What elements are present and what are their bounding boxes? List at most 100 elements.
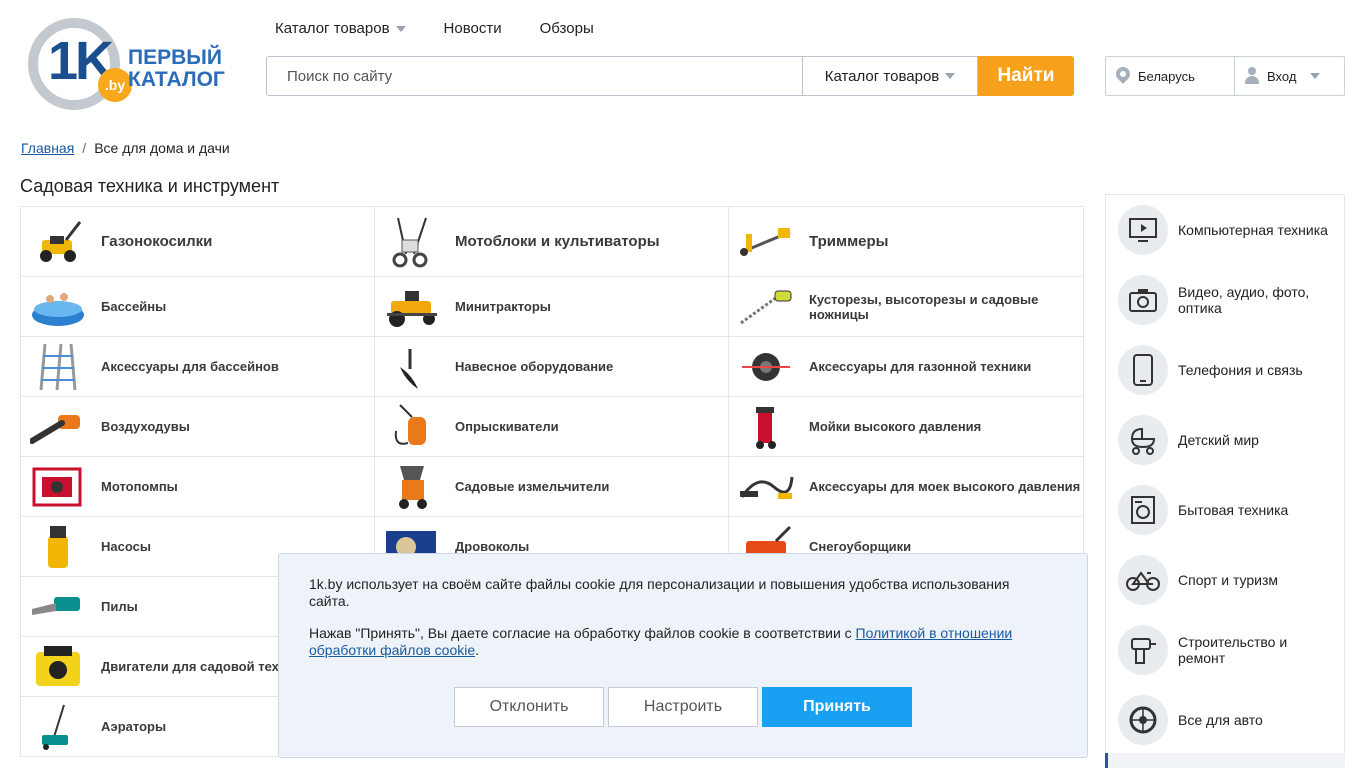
- category-cell[interactable]: Аксессуары для бассейнов: [21, 337, 375, 397]
- breadcrumb-home-link[interactable]: Главная: [21, 140, 74, 156]
- category-cell[interactable]: Садовые измельчители: [375, 457, 729, 517]
- shredder-icon: [383, 463, 441, 511]
- category-label: Триммеры: [809, 233, 889, 250]
- chevron-down-icon: [395, 26, 406, 33]
- category-cell[interactable]: Мотоблоки и культиваторы: [375, 207, 729, 277]
- category-cell[interactable]: Навесное оборудование: [375, 337, 729, 397]
- pool-icon: [29, 283, 87, 331]
- sidebar-item[interactable]: Все для авто: [1118, 695, 1328, 745]
- wheel-icon: [1118, 695, 1168, 745]
- sidebar-item[interactable]: Телефония и связь: [1118, 345, 1328, 395]
- washing-machine-icon: [1118, 485, 1168, 535]
- cookie-consent-text: Нажав "Принять", Вы даете согласие на об…: [309, 625, 1049, 659]
- engine-icon: [29, 643, 87, 691]
- aerator-icon: [29, 703, 87, 751]
- category-label: Газонокосилки: [101, 233, 213, 250]
- pressure-washer-icon: [737, 403, 795, 451]
- sidebar-item-label: Компьютерная техника: [1178, 222, 1328, 238]
- sidebar-item[interactable]: Спорт и туризм: [1118, 555, 1328, 605]
- breadcrumb: Главная / Все для дома и дачи: [21, 140, 230, 156]
- hedge-trimmer-icon: [737, 283, 795, 331]
- chevron-down-icon: [945, 73, 956, 79]
- category-label: Аксессуары для бассейнов: [101, 359, 279, 374]
- category-cell[interactable]: Триммеры: [729, 207, 1084, 277]
- lawn-mower-icon: [29, 218, 87, 266]
- washer-hose-icon: [737, 463, 795, 511]
- search-input[interactable]: [266, 56, 802, 96]
- sidebar-item[interactable]: Детский мир: [1118, 415, 1328, 465]
- category-label: Кусторезы, высоторезы и садовые ножницы: [809, 291, 1039, 322]
- stroller-icon: [1118, 415, 1168, 465]
- sprayer-icon: [383, 403, 441, 451]
- bicycle-icon: [1118, 555, 1168, 605]
- sidebar-item-label: Спорт и туризм: [1178, 572, 1279, 588]
- search-button[interactable]: Найти: [978, 56, 1074, 96]
- category-label: Аксессуары для моек высокого давления: [809, 479, 1081, 494]
- category-cell[interactable]: Минитракторы: [375, 277, 729, 337]
- pump-icon: [29, 523, 87, 571]
- region-label: Беларусь: [1138, 68, 1195, 84]
- category-label: Дровоколы: [455, 539, 530, 554]
- category-label: Пилы: [101, 599, 138, 614]
- camera-icon: [1118, 275, 1168, 325]
- page-title: Садовая техника и инструмент: [20, 176, 280, 196]
- category-label: Опрыскиватели: [455, 419, 559, 434]
- sidebar-item[interactable]: Строительство и ремонт: [1118, 625, 1328, 675]
- drill-icon: [1118, 625, 1168, 675]
- cookie-configure-button[interactable]: Настроить: [608, 687, 758, 727]
- pool-ladder-icon: [29, 343, 87, 391]
- sidebar-item-label: Телефония и связь: [1178, 362, 1303, 378]
- motor-pump-icon: [29, 463, 87, 511]
- plough-icon: [383, 343, 441, 391]
- login-button[interactable]: Вход: [1235, 57, 1321, 95]
- top-nav: Каталог товаров Новости Обзоры: [275, 20, 594, 37]
- region-selector[interactable]: Беларусь: [1106, 57, 1235, 95]
- search-category-select[interactable]: Каталог товаров: [802, 56, 978, 96]
- category-cell[interactable]: Мотопомпы: [21, 457, 375, 517]
- category-label: Насосы: [101, 539, 151, 554]
- cookie-accept-button[interactable]: Принять: [762, 687, 912, 727]
- category-label: Бассейны: [101, 299, 167, 314]
- nav-catalog[interactable]: Каталог товаров: [275, 20, 406, 37]
- cookie-text: 1k.by использует на своём сайте файлы co…: [309, 576, 1010, 609]
- sidebar-active-indicator: [1105, 753, 1345, 768]
- category-cell[interactable]: Аксессуары для газонной техники: [729, 337, 1084, 397]
- sidebar-item[interactable]: Видео, аудио, фото, оптика: [1118, 275, 1328, 325]
- category-cell[interactable]: Бассейны: [21, 277, 375, 337]
- sidebar-item-label: Видео, аудио, фото, оптика: [1178, 284, 1310, 316]
- category-cell[interactable]: Аксессуары для моек высокого давления: [729, 457, 1084, 517]
- cookie-consent-suffix: .: [475, 642, 480, 658]
- cultivator-icon: [383, 217, 441, 267]
- category-label: Садовые измельчители: [455, 479, 610, 494]
- category-cell[interactable]: Воздуходувы: [21, 397, 375, 457]
- cookie-banner: 1k.by использует на своём сайте файлы co…: [278, 553, 1088, 758]
- category-label: Аксессуары для газонной техники: [809, 359, 1032, 374]
- sidebar-item[interactable]: Бытовая техника: [1118, 485, 1328, 535]
- category-label: Снегоуборщики: [809, 539, 912, 554]
- nav-news[interactable]: Новости: [444, 20, 502, 37]
- category-cell[interactable]: Мойки высокого давления: [729, 397, 1084, 457]
- saw-icon: [29, 583, 87, 631]
- category-label: Мойки высокого давления: [809, 419, 982, 434]
- breadcrumb-current: Все для дома и дачи: [94, 140, 230, 156]
- category-label: Мотоблоки и культиваторы: [455, 233, 660, 250]
- site-logo[interactable]: 1K .by ПЕРВЫЙ КАТАЛОГ: [26, 12, 236, 116]
- cookie-decline-button[interactable]: Отклонить: [454, 687, 604, 727]
- logo-domain-badge: .by: [98, 68, 132, 102]
- nav-reviews[interactable]: Обзоры: [540, 20, 594, 37]
- trimmer-icon: [737, 218, 795, 266]
- cookie-buttons: Отклонить Настроить Принять: [454, 687, 912, 727]
- search-bar: Каталог товаров Найти: [266, 56, 1076, 96]
- cookie-consent-prefix: Нажав "Принять", Вы даете согласие на об…: [309, 625, 856, 641]
- category-cell[interactable]: Опрыскиватели: [375, 397, 729, 457]
- sidebar-item-label: Все для авто: [1178, 712, 1263, 728]
- category-cell[interactable]: Газонокосилки: [21, 207, 375, 277]
- category-cell[interactable]: Кусторезы, высоторезы и садовые ножницы: [729, 277, 1084, 337]
- login-label: Вход: [1267, 68, 1297, 84]
- sidebar-item-label: Бытовая техника: [1178, 502, 1289, 518]
- logo-text-line2: КАТАЛОГ: [128, 68, 225, 91]
- breadcrumb-separator: /: [82, 140, 87, 156]
- sidebar-item-label: Детский мир: [1178, 432, 1259, 448]
- category-label: Мотопомпы: [101, 479, 178, 494]
- sidebar-item[interactable]: Компьютерная техника: [1118, 205, 1328, 255]
